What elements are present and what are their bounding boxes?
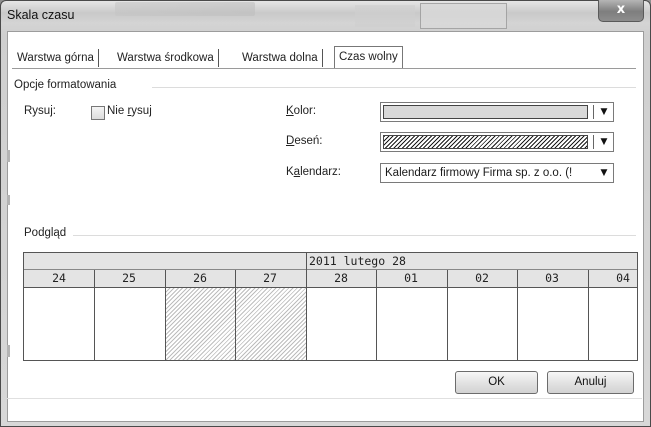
group-label-preview: Podgląd <box>24 227 67 239</box>
close-icon: x <box>616 2 626 17</box>
chevron-down-icon: ▼ <box>600 137 608 147</box>
preview-column-label: 26 <box>193 271 207 285</box>
pattern-label: Deseń: <box>286 135 323 147</box>
draw-label: Rysuj: <box>24 105 56 117</box>
preview-column-label: 04 <box>616 271 630 285</box>
preview-column-label: 03 <box>545 271 559 285</box>
timescale-preview: 2011 lutego 28 24 25 26 27 28 01 02 03 0… <box>23 252 638 361</box>
chevron-down-icon: ▼ <box>600 168 608 178</box>
preview-column-divider <box>447 270 448 360</box>
tab-divider <box>12 68 636 69</box>
scroll-marker <box>7 345 10 357</box>
pattern-select[interactable]: ▼ <box>380 132 614 152</box>
calendar-label: Kalendarz: <box>286 166 341 178</box>
chevron-down-icon: ▼ <box>600 107 608 117</box>
group-rule <box>73 235 636 236</box>
preview-column-divider <box>376 270 377 360</box>
tab-top-tier[interactable]: Warstwa górna <box>13 49 99 67</box>
preview-column-label: 25 <box>122 271 136 285</box>
group-label-formatting: Opcje formatowania <box>14 79 117 91</box>
no-draw-label[interactable]: Nie rysuj <box>107 105 152 117</box>
background-ghost <box>115 2 255 16</box>
close-button[interactable]: x <box>598 0 644 22</box>
background-ghost <box>355 5 415 27</box>
preview-column-divider <box>306 270 307 360</box>
preview-divider <box>306 253 307 270</box>
color-swatch <box>383 105 588 119</box>
no-draw-checkbox[interactable] <box>91 106 105 120</box>
calendar-value: Kalendarz firmowy Firma sp. z o.o. (! <box>385 167 573 179</box>
preview-column-label: 24 <box>52 271 66 285</box>
color-select[interactable]: ▼ <box>380 102 614 122</box>
combo-separator <box>593 135 594 149</box>
color-label: Kolor: <box>286 105 317 117</box>
preview-column-divider <box>517 270 518 360</box>
preview-column-label: 02 <box>475 271 489 285</box>
preview-column-label: 28 <box>334 271 348 285</box>
preview-column-divider <box>588 270 589 360</box>
preview-column-label: 27 <box>263 271 277 285</box>
tab-nonworking-time[interactable]: Czas wolny <box>334 46 403 68</box>
ok-button[interactable]: OK <box>455 371 538 394</box>
tab-middle-tier[interactable]: Warstwa środkowa <box>113 49 219 67</box>
preview-column-divider <box>94 270 95 360</box>
group-rule <box>152 87 636 88</box>
background-ghost <box>420 3 507 29</box>
preview-column-label: 01 <box>404 271 418 285</box>
preview-date-label: 2011 lutego 28 <box>309 254 406 268</box>
combo-separator <box>593 105 594 119</box>
scroll-marker <box>7 195 10 205</box>
cancel-button[interactable]: Anuluj <box>547 371 634 394</box>
dialog-title: Skala czasu <box>7 8 75 22</box>
preview-column-divider <box>235 270 236 360</box>
footer-rule <box>7 398 642 399</box>
pattern-swatch <box>383 135 588 149</box>
tab-bottom-tier[interactable]: Warstwa dolna <box>238 49 323 67</box>
calendar-select[interactable]: Kalendarz firmowy Firma sp. z o.o. (! ▼ <box>380 163 614 183</box>
preview-column-divider <box>165 270 166 360</box>
scroll-marker <box>7 150 10 162</box>
